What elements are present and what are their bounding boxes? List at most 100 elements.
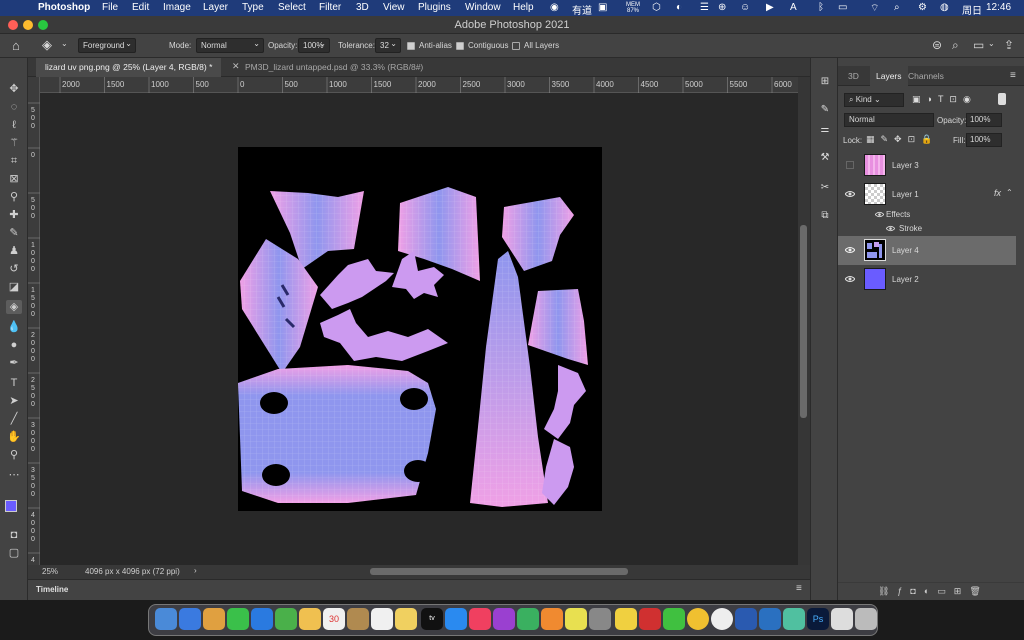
marquee-tool-icon[interactable]: ◌ xyxy=(6,100,22,114)
tab-channels[interactable]: Channels xyxy=(902,66,950,86)
eyedropper-tool-icon[interactable]: ⚲ xyxy=(6,190,22,204)
zoom-level[interactable]: 25% xyxy=(42,567,58,576)
timeline-menu-icon[interactable]: ≡ xyxy=(796,583,802,594)
menu-plugins[interactable]: Plugins xyxy=(418,2,451,13)
filter-toggle[interactable] xyxy=(998,93,1006,105)
memory-indicator[interactable]: MEM 87% xyxy=(626,2,640,14)
tool-presets-icon[interactable]: ⚒ xyxy=(819,152,831,164)
messages-icon[interactable] xyxy=(227,608,249,630)
menu-edit[interactable]: Edit xyxy=(132,2,149,13)
document-canvas[interactable] xyxy=(238,147,602,511)
siri-icon[interactable]: ◍ xyxy=(940,2,949,13)
path-selection-tool-icon[interactable]: ➤ xyxy=(6,394,22,408)
blend-mode-select[interactable]: Normal xyxy=(844,113,934,127)
libraries-icon[interactable]: ⧉ xyxy=(819,210,831,222)
quick-mask-icon[interactable]: ◘ xyxy=(6,528,22,542)
layer-row-layer-2[interactable]: Layer 2 xyxy=(838,265,1016,294)
launchpad-icon[interactable] xyxy=(203,608,225,630)
calendar-icon[interactable]: 30 xyxy=(323,608,345,630)
visibility-toggle-off[interactable] xyxy=(846,161,854,169)
m-app-icon[interactable] xyxy=(783,608,805,630)
reminders-icon[interactable] xyxy=(371,608,393,630)
layer-row-layer-3[interactable]: Layer 3 xyxy=(838,151,1016,180)
layer-filter-icons[interactable]: ▣◑T⊡◉ xyxy=(912,94,977,105)
magic-wand-tool-icon[interactable]: ⚚ xyxy=(6,136,22,150)
panel-menu-icon[interactable]: ≡ xyxy=(1010,70,1016,81)
lock-icons[interactable]: ▦✎✥⊡🔒 xyxy=(866,134,938,145)
share-export-icon[interactable]: ⇪ xyxy=(1004,38,1014,52)
eye-icon[interactable] xyxy=(845,190,855,198)
tab-pm3d-lizard[interactable]: PM3D_lizard untapped.psd @ 33.3% (RGB/8#… xyxy=(236,58,432,77)
screen-mode-icon[interactable]: ▢ xyxy=(6,546,22,560)
netease-icon[interactable] xyxy=(639,608,661,630)
spotlight-icon[interactable]: ⌕ xyxy=(894,2,900,13)
pen-tool-icon[interactable]: ✒ xyxy=(6,356,22,370)
layer-name[interactable]: Layer 1 xyxy=(892,190,919,199)
mail-icon[interactable] xyxy=(251,608,273,630)
wechat-dock-icon[interactable] xyxy=(663,608,685,630)
wechat-icon[interactable]: ☺ xyxy=(740,2,750,13)
battery-icon[interactable]: ▭ xyxy=(838,2,847,13)
layer-opacity-input[interactable]: 100% xyxy=(966,113,1002,127)
blur-tool-icon[interactable]: 💧 xyxy=(6,320,22,334)
zbrush-icon[interactable] xyxy=(831,608,853,630)
eye-icon[interactable] xyxy=(845,275,855,283)
chrome-icon[interactable] xyxy=(687,608,709,630)
podcasts-icon[interactable] xyxy=(493,608,515,630)
stamp-tool-icon[interactable]: ♟ xyxy=(6,244,22,258)
menu-icon[interactable]: ☰ xyxy=(700,2,709,13)
layer-filter-select[interactable]: ⌕ Kind ⌄ xyxy=(844,93,904,107)
music-icon[interactable] xyxy=(469,608,491,630)
properties-icon[interactable]: ✂ xyxy=(819,182,831,194)
share-icon[interactable]: ⊜ xyxy=(932,38,942,52)
menubar-date[interactable]: 周日 xyxy=(962,2,982,17)
layer-action-icons[interactable]: ⛓ƒ◘◐▭⊞🗑 xyxy=(878,586,989,597)
anti-alias-checkbox[interactable] xyxy=(407,42,415,50)
contiguous-checkbox[interactable] xyxy=(456,42,464,50)
notes-icon[interactable] xyxy=(395,608,417,630)
maps-icon[interactable] xyxy=(275,608,297,630)
menu-select[interactable]: Select xyxy=(278,2,306,13)
fill-source-select[interactable]: Foreground xyxy=(78,37,136,53)
pages-icon[interactable] xyxy=(541,608,563,630)
status-menu-arrow[interactable]: › xyxy=(194,566,197,575)
line-tool-icon[interactable]: ╱ xyxy=(6,412,22,426)
stroke-effect-row[interactable]: Stroke xyxy=(838,222,1016,236)
dodge-tool-icon[interactable]: ● xyxy=(6,338,22,352)
extension-icon[interactable]: ⬡ xyxy=(652,2,661,13)
adjustments-icon[interactable]: ⚌ xyxy=(819,124,831,136)
menu-filter[interactable]: Filter xyxy=(319,2,341,13)
photos-icon[interactable] xyxy=(299,608,321,630)
trash-icon[interactable] xyxy=(855,608,877,630)
notes-app-icon[interactable] xyxy=(615,608,637,630)
layer-row-layer-1[interactable]: Layer 1 fx ⌃ xyxy=(838,180,1016,209)
wifi-icon[interactable]: ⌔ xyxy=(870,2,879,15)
menu-file[interactable]: File xyxy=(102,2,118,13)
mode-select[interactable]: Normal xyxy=(196,37,264,53)
tab-lizard-uv[interactable]: lizard uv png.png @ 25% (Layer 4, RGB/8)… xyxy=(36,58,222,77)
pencil-app-icon[interactable] xyxy=(565,608,587,630)
w-app-icon[interactable] xyxy=(711,608,733,630)
screen-icon[interactable]: ▣ xyxy=(598,2,607,13)
app-status-icon[interactable]: ◐ xyxy=(676,2,682,13)
eye-icon[interactable] xyxy=(845,246,855,254)
word-icon[interactable] xyxy=(735,608,757,630)
effects-row[interactable]: Effects xyxy=(838,208,1016,222)
move-tool-icon[interactable]: ✥ xyxy=(6,82,22,96)
foreground-color-swatch[interactable] xyxy=(5,500,17,512)
system-preferences-icon[interactable] xyxy=(589,608,611,630)
adobe-icon[interactable]: A xyxy=(790,2,797,13)
menu-layer[interactable]: Layer xyxy=(203,2,228,13)
numbers-icon[interactable] xyxy=(517,608,539,630)
fx-indicator[interactable]: fx xyxy=(994,188,1001,198)
history-brush-tool-icon[interactable]: ↺ xyxy=(6,262,22,276)
layer-name[interactable]: Layer 4 xyxy=(892,246,919,255)
home-icon[interactable]: ⌂ xyxy=(12,38,20,53)
fill-input[interactable]: 100% xyxy=(966,133,1002,147)
preset-chevron-icon[interactable]: ⌄ xyxy=(61,39,68,48)
hand-tool-icon[interactable]: ✋ xyxy=(6,430,22,444)
play-icon[interactable]: ▶ xyxy=(766,2,774,13)
layer-row-layer-4[interactable]: Layer 4 xyxy=(838,236,1016,265)
layer-name[interactable]: Layer 3 xyxy=(892,161,919,170)
menu-3d[interactable]: 3D xyxy=(356,2,369,13)
